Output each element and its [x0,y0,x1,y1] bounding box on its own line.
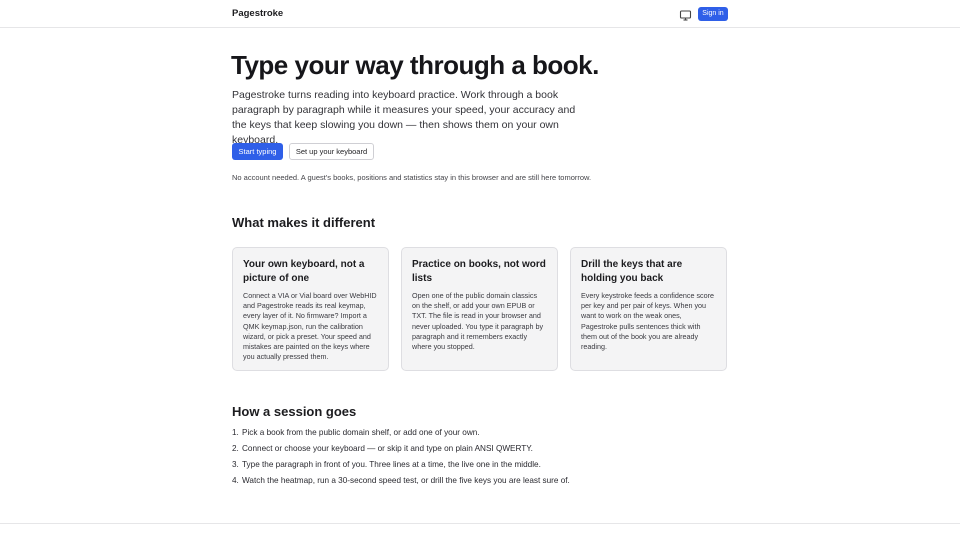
list-item: 2. Connect or choose your keyboard — or s… [232,444,533,453]
feature-card-body: Open one of the public domain classics o… [412,291,544,352]
step-text: Watch the heatmap, run a 30-second speed… [242,476,570,485]
feature-card-title: Drill the keys that are holding you back [581,259,683,284]
session-title: How a session goes [232,404,357,419]
features-title: What makes it different [232,215,376,230]
top-bar: Pagestroke Sign in [0,0,960,28]
hero-title: Type your way through a book. [231,50,599,80]
feature-card-keyboard: Your own keyboard, not a picture of one … [232,247,389,371]
feature-card-books: Practice on books, not word lists Open o… [401,247,558,371]
feature-card-title: Practice on books, not word lists [412,259,546,284]
start-typing-button[interactable]: Start typing [232,143,283,160]
setup-keyboard-button[interactable]: Set up your keyboard [289,143,374,160]
feature-card-body: Connect a VIA or Vial board over WebHID … [243,291,377,362]
step-text: Type the paragraph in front of you. Thre… [242,460,541,469]
monitor-icon[interactable] [679,8,692,21]
brand-logo[interactable]: Pagestroke [232,8,283,19]
list-item: 4. Watch the heatmap, run a 30-second spe… [232,476,570,485]
sign-in-button[interactable]: Sign in [698,7,728,21]
step-text: Connect or choose your keyboard — or ski… [242,444,533,453]
footer [0,523,960,540]
session-steps-list: 1. Pick a book from the public domain she… [232,427,572,491]
feature-card-drill: Drill the keys that are holding you back… [570,247,727,371]
hero-description: Pagestroke turns reading into keyboard p… [232,89,576,146]
list-item: 1. Pick a book from the public domain she… [232,428,480,437]
feature-card-body: Every keystroke feeds a confidence score… [581,291,715,352]
step-text: Pick a book from the public domain shelf… [242,428,480,437]
guest-note: No account needed. A guest's books, posi… [232,173,592,182]
feature-card-title: Your own keyboard, not a picture of one [243,259,365,284]
list-item: 3. Type the paragraph in front of you. Th… [232,460,541,469]
